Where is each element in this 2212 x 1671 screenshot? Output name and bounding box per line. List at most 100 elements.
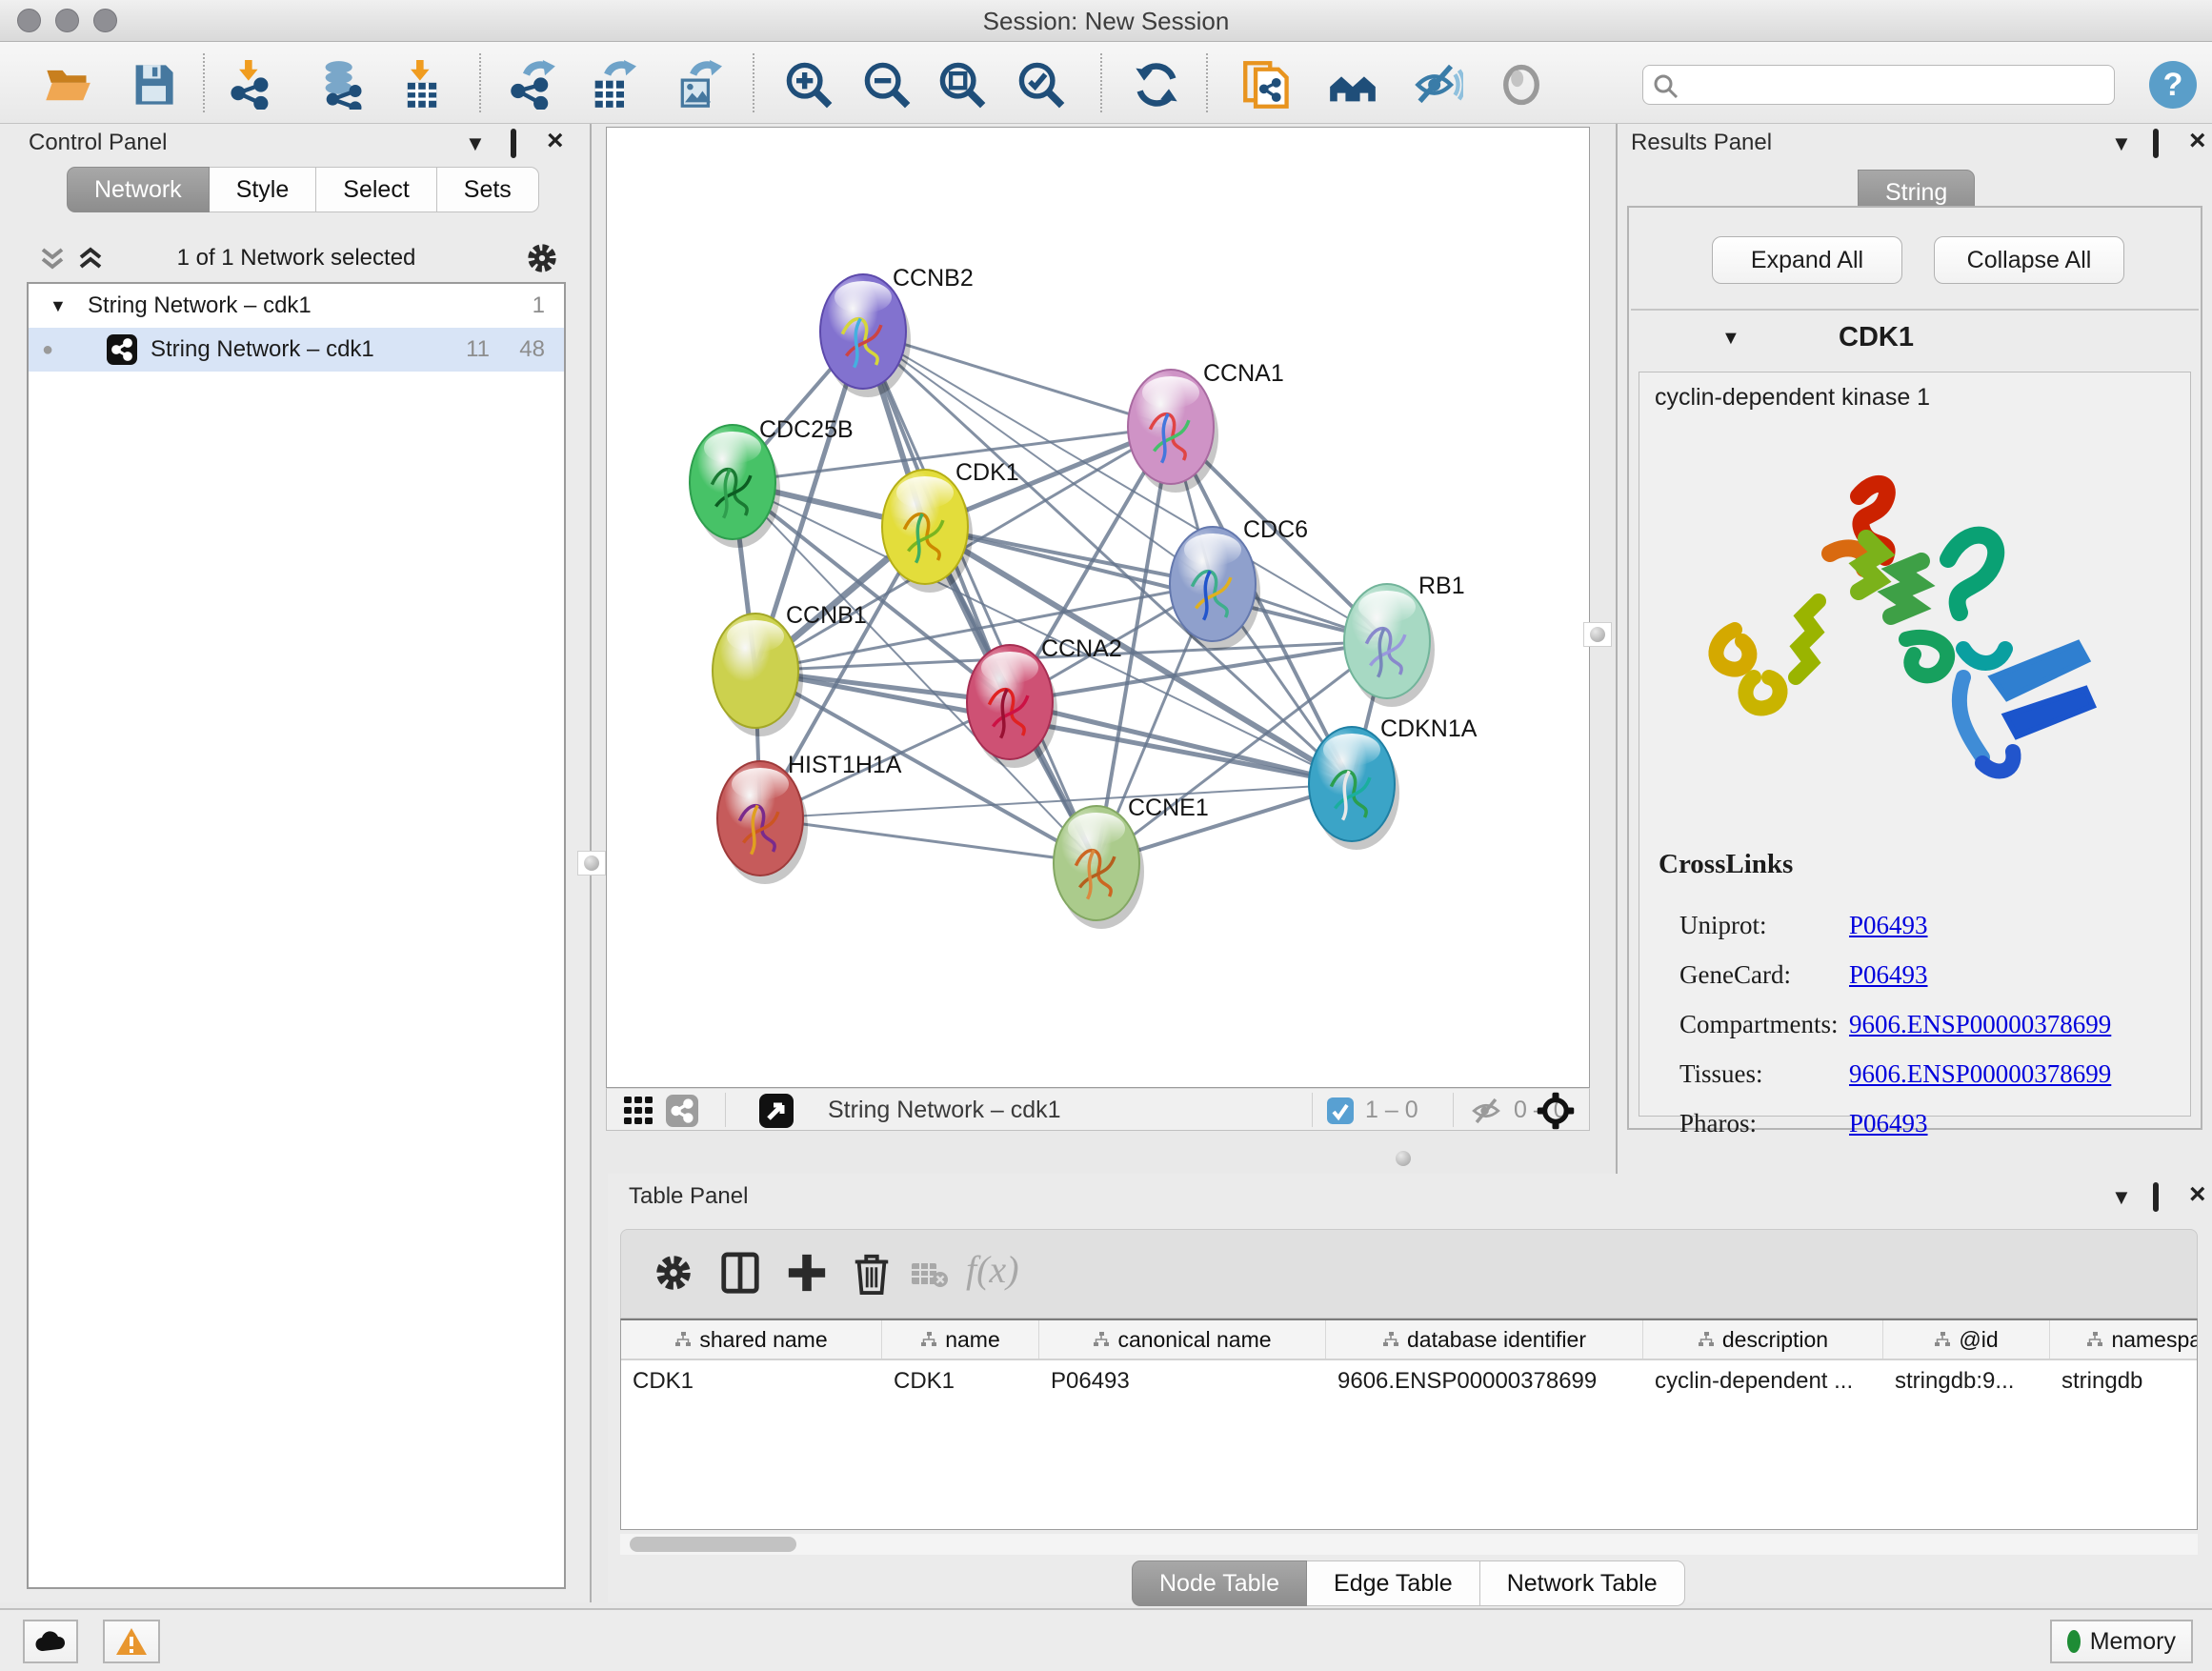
edge-CCNE1-HIST1H1A[interactable] [760, 818, 1096, 863]
search-input[interactable] [1642, 65, 2115, 105]
delete-column-icon[interactable] [850, 1251, 894, 1295]
hide-selected-icon[interactable] [1414, 60, 1463, 110]
table-panel-menu-icon[interactable]: ▼ [2111, 1185, 2132, 1210]
window-zoom-traffic-light[interactable] [93, 9, 117, 32]
clone-network-icon[interactable] [1242, 60, 1292, 110]
column-header-name[interactable]: name [882, 1320, 1039, 1359]
tab-network[interactable]: Network [67, 167, 210, 212]
network-edges[interactable] [733, 332, 1387, 863]
export-table-icon[interactable] [587, 60, 636, 110]
network-tree: ▼ String Network – cdk1 1 ● String Netwo… [27, 282, 566, 1589]
network-row-selected[interactable]: ● String Network – cdk1 11 48 [29, 328, 564, 372]
table-panel-float-icon[interactable] [2153, 1185, 2159, 1210]
zoom-out-icon[interactable] [862, 60, 912, 110]
node-CCNE1[interactable]: CCNE1 [1054, 795, 1209, 929]
results-panel-float-icon[interactable] [2153, 131, 2159, 156]
network-view-share-icon[interactable] [666, 1095, 698, 1127]
control-panel-close-icon[interactable]: × [547, 125, 564, 157]
window-minimize-traffic-light[interactable] [55, 9, 79, 32]
table-options-gear-icon[interactable] [652, 1251, 695, 1295]
string-network-graph[interactable]: CCNB2CCNA1CDC25BCDK1CDC6RB1CCNB1CCNA2CDK… [607, 128, 1589, 1087]
node-HIST1H1A[interactable]: HIST1H1A [717, 752, 902, 884]
warnings-button[interactable] [103, 1620, 160, 1663]
right-splitter-grip[interactable] [1583, 622, 1612, 647]
tab-sets[interactable]: Sets [437, 167, 539, 212]
crosslink-link[interactable]: 9606.ENSP00000378699 [1849, 1010, 2111, 1039]
table-cell[interactable]: P06493 [1039, 1360, 1326, 1402]
results-panel-close-icon[interactable]: × [2189, 125, 2206, 157]
column-header-@id[interactable]: @id [1883, 1320, 2050, 1359]
network-canvas[interactable]: CCNB2CCNA1CDC25BCDK1CDC6RB1CCNB1CCNA2CDK… [606, 127, 1590, 1088]
table-cell[interactable]: CDK1 [621, 1360, 882, 1402]
table-row[interactable]: CDK1CDK1P064939606.ENSP00000378699cyclin… [621, 1360, 2197, 1402]
grid-view-icon[interactable] [624, 1097, 653, 1125]
crosslink-link[interactable]: 9606.ENSP00000378699 [1849, 1059, 2111, 1089]
gene-header[interactable]: ▼ CDK1 [1631, 314, 2199, 368]
node-CCNB2[interactable]: CCNB2 [820, 265, 974, 397]
column-header-shared-name[interactable]: shared name [621, 1320, 882, 1359]
import-network-file-icon[interactable] [226, 60, 275, 110]
node-CCNA1[interactable]: CCNA1 [1128, 360, 1284, 493]
open-session-icon[interactable] [43, 60, 92, 110]
table-horizontal-scrollbar[interactable] [620, 1534, 2198, 1555]
show-all-networks-icon[interactable] [1328, 60, 1377, 110]
scrollbar-thumb[interactable] [630, 1537, 796, 1552]
control-panel-menu-icon[interactable]: ▼ [465, 131, 486, 156]
table-cell[interactable]: CDK1 [882, 1360, 1039, 1402]
tree-expand-icon[interactable]: ▼ [50, 284, 67, 328]
results-panel-menu-icon[interactable]: ▼ [2111, 131, 2132, 156]
gene-collapse-icon[interactable]: ▼ [1721, 328, 1740, 350]
left-splitter-grip[interactable] [577, 851, 606, 876]
node-CDKN1A[interactable]: CDKN1A [1309, 715, 1478, 850]
crosslink-link[interactable]: P06493 [1849, 960, 1928, 990]
save-session-icon[interactable] [129, 60, 178, 110]
birdseye-view-icon[interactable] [759, 1094, 794, 1128]
selected-checkbox-icon[interactable] [1327, 1097, 1354, 1124]
memory-button[interactable]: Memory [2050, 1620, 2193, 1663]
import-network-database-icon[interactable] [318, 60, 368, 110]
column-header-canonical-name[interactable]: canonical name [1039, 1320, 1326, 1359]
edge-CCNB2-CCNE1[interactable] [863, 332, 1096, 863]
table-cell[interactable]: stringdb [2050, 1360, 2198, 1402]
export-network-icon[interactable] [508, 60, 557, 110]
node-table[interactable]: shared namenamecanonical namedatabase id… [620, 1319, 2198, 1530]
show-columns-icon[interactable] [718, 1251, 762, 1295]
show-hidden-icon[interactable] [1497, 60, 1546, 110]
table-cell[interactable]: stringdb:9... [1883, 1360, 2050, 1402]
control-panel-float-icon[interactable] [511, 131, 516, 156]
table-panel-close-icon[interactable]: × [2189, 1178, 2206, 1211]
bottom-splitter-grip[interactable] [1389, 1146, 1418, 1171]
network-collection-row[interactable]: ▼ String Network – cdk1 1 [29, 284, 564, 328]
column-header-namespac[interactable]: namespac [2050, 1320, 2198, 1359]
import-table-icon[interactable] [397, 60, 447, 110]
fit-content-crosshair-icon[interactable] [1536, 1091, 1576, 1131]
column-header-description[interactable]: description [1643, 1320, 1883, 1359]
tab-select[interactable]: Select [316, 167, 436, 212]
collapse-all-button[interactable]: Collapse All [1934, 236, 2124, 284]
crosslink-link[interactable]: P06493 [1849, 911, 1928, 940]
crosslink-link[interactable]: P06493 [1849, 1109, 1928, 1138]
add-column-icon[interactable] [785, 1251, 829, 1295]
refresh-layout-icon[interactable] [1132, 60, 1181, 110]
export-image-icon[interactable] [673, 60, 722, 110]
table-cell[interactable]: 9606.ENSP00000378699 [1326, 1360, 1643, 1402]
help-icon[interactable]: ? [2149, 61, 2197, 109]
cloud-button[interactable] [23, 1620, 78, 1663]
tab-style[interactable]: Style [210, 167, 317, 212]
window-close-traffic-light[interactable] [17, 9, 41, 32]
zoom-fit-icon[interactable] [937, 60, 987, 110]
crosslink-row: Compartments:9606.ENSP00000378699 [1659, 999, 2111, 1049]
node-CCNA2[interactable]: CCNA2 [967, 635, 1122, 768]
tab-network-table[interactable]: Network Table [1480, 1560, 1685, 1606]
node-RB1[interactable]: RB1 [1344, 573, 1465, 707]
expand-all-button[interactable]: Expand All [1712, 236, 1902, 284]
tab-edge-table[interactable]: Edge Table [1307, 1560, 1480, 1606]
network-options-gear-icon[interactable] [524, 240, 560, 276]
node-label-CCNA1: CCNA1 [1203, 360, 1284, 387]
table-cell[interactable]: cyclin-dependent ... [1643, 1360, 1883, 1402]
zoom-selected-icon[interactable] [1016, 60, 1066, 110]
zoom-in-icon[interactable] [784, 60, 834, 110]
edge-CCNA2-CDKN1A[interactable] [1010, 702, 1352, 784]
tab-node-table[interactable]: Node Table [1132, 1560, 1307, 1606]
column-header-database-identifier[interactable]: database identifier [1326, 1320, 1643, 1359]
